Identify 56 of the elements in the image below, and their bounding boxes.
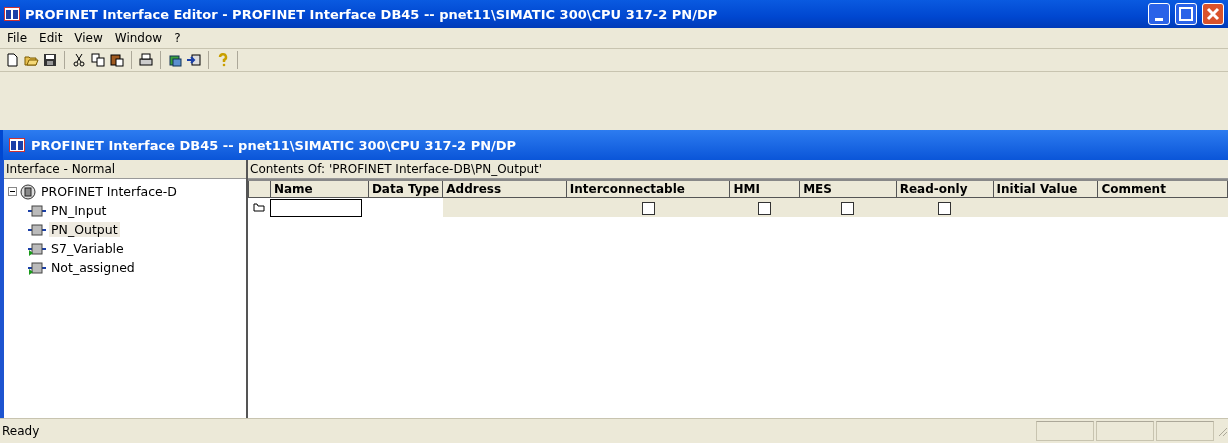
cut-icon[interactable] [71, 52, 87, 68]
app-icon [4, 7, 20, 21]
menu-item[interactable]: View [69, 31, 108, 45]
column-header[interactable]: Read-only [896, 180, 994, 198]
status-text: Ready [2, 424, 41, 438]
checkbox[interactable] [938, 201, 952, 215]
name-field[interactable] [270, 198, 363, 217]
checkbox[interactable] [841, 201, 855, 215]
tree-item[interactable]: PROFINET Interface-D [39, 184, 179, 199]
new-file-icon[interactable] [4, 52, 20, 68]
close-button[interactable] [1202, 3, 1224, 25]
checkbox[interactable] [641, 201, 655, 215]
minimize-button[interactable] [1148, 3, 1170, 25]
upload-module-icon[interactable] [186, 52, 202, 68]
status-panel [1036, 421, 1094, 441]
row-indicator-icon [253, 202, 266, 212]
pane-header: Contents Of: 'PROFINET Interface-DB\PN_Output' [248, 160, 1228, 179]
module-icon [28, 203, 46, 218]
column-header[interactable]: Name [270, 180, 369, 198]
resize-grip-icon[interactable] [1216, 425, 1228, 437]
menu-item[interactable]: Edit [34, 31, 68, 45]
minimize-icon [1155, 17, 1163, 21]
paste-icon[interactable] [109, 52, 125, 68]
module-flag-icon [28, 260, 46, 275]
menu-item[interactable]: Window [109, 31, 168, 45]
tree-item[interactable]: Not_assigned [49, 260, 137, 275]
printer-icon[interactable] [138, 52, 154, 68]
child-window-title: PROFINET Interface DB45 -- pnet11\SIMATIC 300\CPU 317-2 PN/DP [31, 137, 517, 153]
column-header[interactable]: Comment [1097, 180, 1228, 198]
menu-item[interactable]: ? [169, 31, 186, 45]
checkbox[interactable] [758, 201, 772, 215]
pane-header: Interface - Normal [4, 160, 246, 179]
maximize-button[interactable] [1175, 3, 1197, 25]
status-panel [1156, 421, 1214, 441]
download-module-icon[interactable] [167, 52, 183, 68]
column-header[interactable]: Address [442, 180, 567, 198]
tree-item[interactable]: PN_Output [49, 222, 120, 237]
tree-item[interactable]: PN_Input [49, 203, 109, 218]
column-header[interactable]: Initial Value [993, 180, 1098, 198]
column-header[interactable]: Data Type [368, 180, 443, 198]
collapse-icon[interactable] [8, 187, 17, 196]
maximize-icon [1179, 7, 1193, 21]
save-icon[interactable] [42, 52, 58, 68]
document-window-icon [9, 138, 25, 152]
column-header[interactable]: HMI [729, 180, 800, 198]
status-panel [1096, 421, 1154, 441]
interface-icon [20, 183, 36, 200]
column-header[interactable]: Interconnectable [566, 180, 730, 198]
close-icon [1206, 7, 1220, 21]
tree-item[interactable]: S7_Variable [49, 241, 126, 256]
column-header[interactable]: MES [799, 180, 897, 198]
window-title: PROFINET Interface Editor - PROFINET Interface DB45 -- pnet11\SIMATIC 300\CPU 317-2 PN/DP [25, 6, 719, 22]
copy-icon[interactable] [90, 52, 106, 68]
module-flag-icon [28, 241, 46, 256]
menu-item[interactable]: File [2, 31, 33, 45]
module-icon [28, 222, 46, 237]
